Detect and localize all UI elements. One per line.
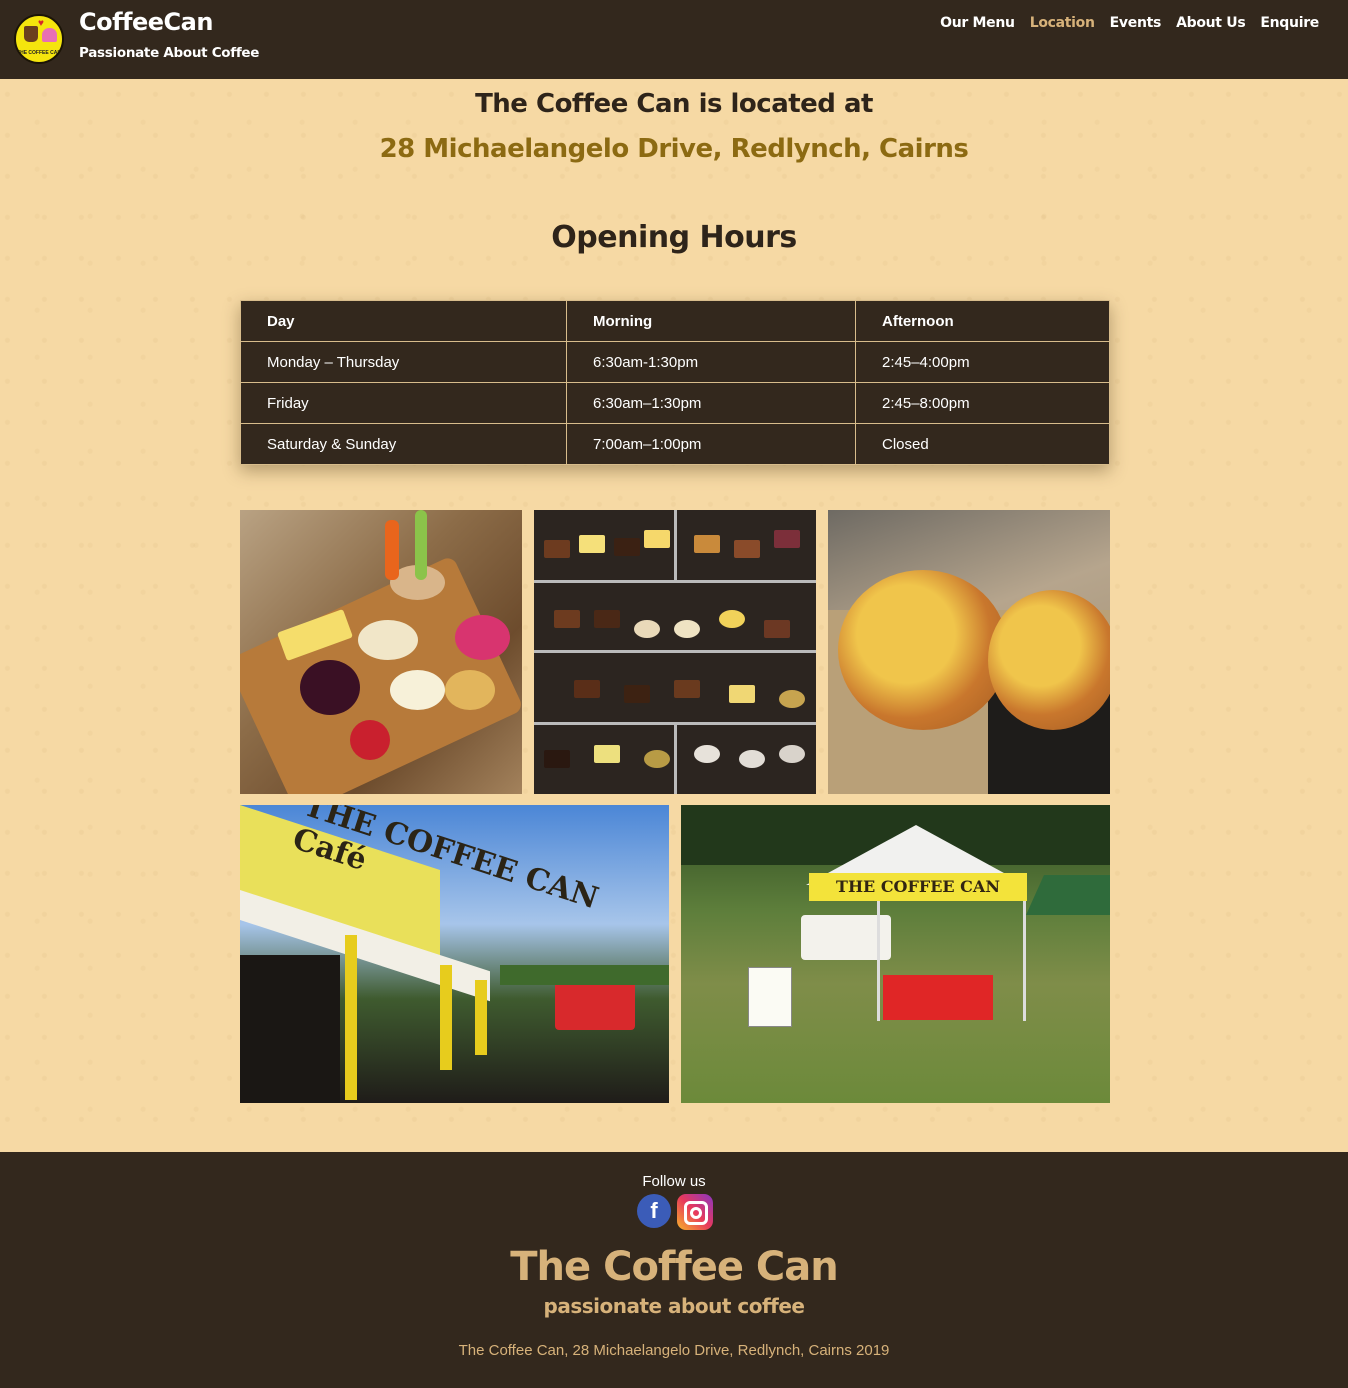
- table-row: Monday – Thursday 6:30am-1:30pm 2:45–4:0…: [240, 341, 1110, 383]
- table-cell: Monday – Thursday: [240, 341, 567, 383]
- column-header-morning: Morning: [566, 300, 856, 342]
- footer-subtitle: passionate about coffee: [543, 1294, 805, 1318]
- table-cell: Saturday & Sunday: [240, 423, 567, 465]
- follow-us-label: Follow us: [642, 1173, 706, 1190]
- site-header: ♥ THE COFFEE CAN CoffeeCan Passionate Ab…: [0, 0, 1348, 79]
- opening-hours-table: Day Morning Afternoon Monday – Thursday …: [240, 300, 1110, 465]
- social-links: f: [637, 1194, 713, 1230]
- column-header-day: Day: [240, 300, 567, 342]
- table-cell: 7:00am–1:00pm: [566, 423, 856, 465]
- table-row: Friday 6:30am–1:30pm 2:45–8:00pm: [240, 382, 1110, 424]
- main-nav: Our Menu Location Events About Us Enquir…: [940, 15, 1319, 31]
- nav-about-us[interactable]: About Us: [1176, 15, 1246, 31]
- photo-cafe-exterior[interactable]: THE COFFEE CAN Café: [240, 805, 669, 1103]
- photo-grazing-board[interactable]: [240, 510, 522, 794]
- photo-display-cabinet[interactable]: [534, 510, 816, 794]
- brand-title[interactable]: CoffeeCan: [79, 8, 213, 36]
- brand-subtitle: Passionate About Coffee: [79, 45, 260, 61]
- nav-events[interactable]: Events: [1110, 15, 1162, 31]
- table-cell: Closed: [855, 423, 1110, 465]
- instagram-icon[interactable]: [677, 1194, 713, 1230]
- nav-our-menu[interactable]: Our Menu: [940, 15, 1015, 31]
- location-address: 28 Michaelangelo Drive, Redlynch, Cairns: [379, 134, 969, 164]
- photo-market-stall[interactable]: THE COFFEE CAN: [681, 805, 1110, 1103]
- table-header-row: Day Morning Afternoon: [240, 300, 1110, 342]
- nav-location[interactable]: Location: [1030, 15, 1095, 31]
- footer-title: The Coffee Can: [510, 1244, 838, 1290]
- column-header-afternoon: Afternoon: [855, 300, 1110, 342]
- site-footer: Follow us f The Coffee Can passionate ab…: [0, 1152, 1348, 1388]
- table-cell: 2:45–4:00pm: [855, 341, 1110, 383]
- opening-hours-title: Opening Hours: [551, 220, 797, 255]
- table-cell: 2:45–8:00pm: [855, 382, 1110, 424]
- footer-address: The Coffee Can, 28 Michaelangelo Drive, …: [458, 1342, 890, 1359]
- nav-enquire[interactable]: Enquire: [1260, 15, 1319, 31]
- facebook-icon[interactable]: f: [637, 1194, 671, 1228]
- table-row: Saturday & Sunday 7:00am–1:00pm Closed: [240, 423, 1110, 465]
- table-cell: 6:30am–1:30pm: [566, 382, 856, 424]
- table-cell: Friday: [240, 382, 567, 424]
- photo-quiche[interactable]: [828, 510, 1110, 794]
- location-heading: The Coffee Can is located at: [475, 89, 873, 119]
- table-cell: 6:30am-1:30pm: [566, 341, 856, 383]
- logo-icon[interactable]: ♥ THE COFFEE CAN: [14, 14, 64, 64]
